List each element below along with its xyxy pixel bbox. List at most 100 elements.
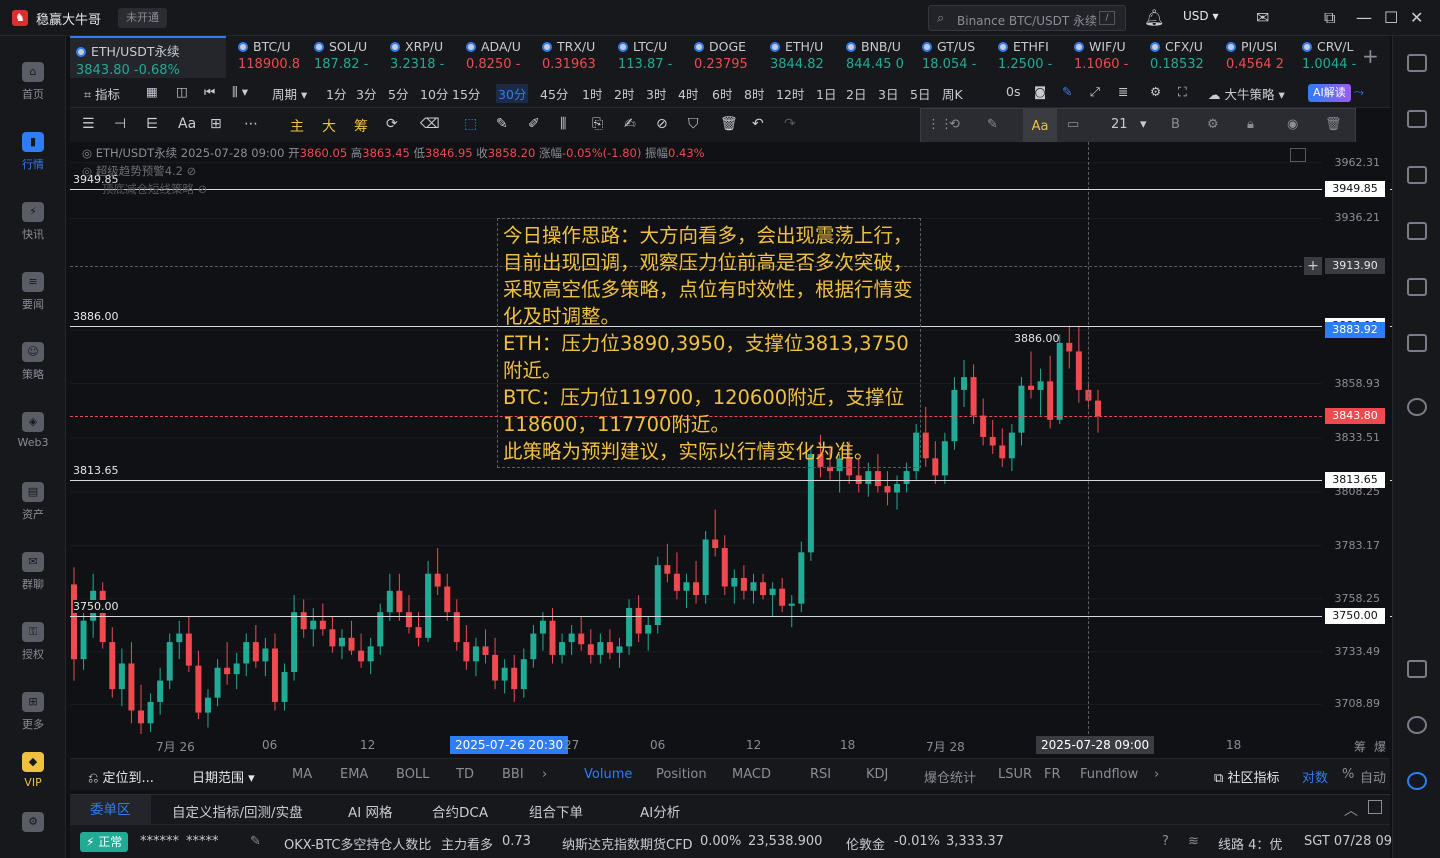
timeframe-option[interactable]: 周K — [942, 84, 963, 103]
strategy-annotation-text[interactable]: 今日操作思路：大方向看多，会出现震荡上行，目前出现回调，观察压力位前高是否多次突… — [497, 218, 921, 468]
bottom-tab[interactable]: 自定义指标/回测/实盘 — [172, 801, 303, 821]
nav-item-market[interactable]: ▮ 行情 — [0, 132, 66, 172]
main-chart-toggle[interactable]: 主 — [290, 116, 304, 136]
chevron-right-icon[interactable]: › — [1154, 767, 1159, 782]
horizontal-line[interactable] — [70, 480, 1392, 482]
axis-extra-label[interactable]: 爆 — [1374, 738, 1386, 755]
bottom-tab[interactable]: 合约DCA — [432, 801, 488, 821]
ticker-tab[interactable]: GT/US 18.054 - — [916, 36, 992, 78]
help-icon[interactable]: ? — [1162, 834, 1169, 849]
timeframe-option[interactable]: 4时 — [678, 84, 698, 103]
ruler-tool-icon[interactable]: ⊞ — [210, 116, 222, 132]
nav-item-home[interactable]: ⌂ 首页 — [0, 62, 66, 102]
camera-icon[interactable]: ◙ — [1034, 84, 1046, 99]
timeframe-option[interactable]: 15分 — [452, 84, 480, 103]
ticker-tab[interactable]: WIF/U 1.1060 - — [1068, 36, 1144, 78]
edit-icon[interactable]: ✎ — [250, 834, 261, 849]
ticker-tab[interactable]: DOGE 0.23795 — [688, 36, 764, 78]
indicator-legend-1[interactable]: ◎ 超级趋势预警4.2 ⊘ — [82, 163, 196, 179]
chart-corner-icon[interactable] — [1290, 148, 1306, 162]
settings-icon[interactable]: ⚙ — [1150, 84, 1161, 99]
nav-item-web3[interactable]: ◈ Web3 — [0, 412, 66, 449]
bell-icon[interactable]: 🔔︎ — [1144, 8, 1164, 27]
nav-item-assets[interactable]: ▤ 资产 — [0, 482, 66, 522]
ticker-tab[interactable]: ADA/U 0.8250 - — [460, 36, 536, 78]
price-axis[interactable]: 3962.313936.213883.923858.933833.513808.… — [1322, 142, 1390, 734]
hide-icon[interactable]: ⊘ — [198, 182, 208, 196]
sub-indicator-tab[interactable]: KDJ — [866, 767, 888, 782]
popout-window-icon[interactable]: ⧉ — [1324, 8, 1335, 28]
time-axis[interactable]: 7月 26 06 12 2025-07-26 20:30 27 06 12 18 7月 28 20… — [70, 734, 1390, 756]
watchlist-icon[interactable] — [1407, 54, 1427, 72]
timeframe-option[interactable]: 5分 — [388, 84, 408, 103]
nav-item-settings[interactable]: ⚙ — [0, 812, 66, 836]
popout-panel-icon[interactable] — [1368, 800, 1382, 814]
trash-tool-icon[interactable]: 🗑︎ — [720, 116, 738, 132]
bottom-tab[interactable]: 组合下单 — [529, 801, 583, 821]
ticker-tab[interactable]: LTC/U 113.87 - — [612, 36, 688, 78]
replay-icon[interactable]: ⏮ — [204, 84, 215, 100]
undo-icon[interactable]: ↶ — [752, 116, 764, 132]
mail-icon[interactable]: ✉ — [1256, 8, 1269, 27]
delete-icon[interactable]: 🗑︎ — [1325, 117, 1342, 132]
add-tab-plus-icon[interactable]: + — [1362, 44, 1379, 68]
visibility-eye-icon[interactable]: ◉ — [1287, 117, 1298, 132]
horizontal-line[interactable] — [70, 616, 1392, 618]
brush-tool-icon[interactable]: ✎ — [496, 116, 508, 132]
log-scale-toggle[interactable]: 对数 — [1302, 767, 1328, 786]
community-indicators-button[interactable]: ⧉ 社区指标 — [1214, 767, 1279, 786]
sub-indicator-tab[interactable]: RSI — [810, 767, 831, 782]
main-indicator-td[interactable]: TD — [456, 767, 474, 782]
account-status-badge[interactable]: 未开通 — [118, 8, 167, 28]
add-alert-plus-icon[interactable]: + — [1304, 257, 1322, 276]
ticker-tab[interactable]: XRP/U 3.2318 - — [384, 36, 460, 78]
maximize-icon[interactable]: ☐ — [1384, 8, 1398, 27]
ticker-tab[interactable]: ETHFI 1.2500 - — [992, 36, 1068, 78]
main-indicator-ma[interactable]: MA — [292, 767, 312, 782]
bottom-tab[interactable]: AI分析 — [640, 801, 680, 821]
sub-indicator-tab[interactable]: LSUR — [998, 767, 1032, 782]
ai-interpret-button[interactable]: AI解读 — [1308, 84, 1351, 102]
sub-indicator-tab[interactable]: Position — [656, 767, 707, 782]
collapse-up-icon[interactable]: ︿ — [1344, 800, 1358, 820]
ticker-tab[interactable]: ETH/USDT永续 3843.80 -0.68% — [70, 36, 226, 78]
chatbot-icon[interactable] — [1407, 772, 1427, 790]
depth-chart-icon[interactable] — [1407, 222, 1427, 240]
ticker-tab[interactable]: ETH/U 3844.82 — [764, 36, 840, 78]
nav-item-more[interactable]: ⊞ 更多 — [0, 692, 66, 732]
chevron-right-icon[interactable]: › — [542, 767, 547, 782]
timeframe-option[interactable]: 3时 — [646, 84, 666, 103]
main-indicator-ema[interactable]: EMA — [340, 767, 368, 782]
timeframe-option[interactable]: 1日 — [816, 84, 836, 103]
strategy-select[interactable]: ☁ 大牛策略 ▾ — [1208, 84, 1285, 103]
period-select[interactable]: 周期 ▾ — [272, 84, 307, 103]
candles-tool-icon[interactable]: ⫼ — [560, 116, 566, 132]
horizontal-line[interactable] — [70, 189, 1392, 191]
orderbook-icon[interactable] — [1407, 110, 1427, 128]
bold-button[interactable]: B — [1171, 117, 1180, 132]
sub-indicator-tab[interactable]: MACD — [732, 767, 771, 782]
text-color-button[interactable]: Aa — [1023, 109, 1057, 145]
bottom-tab[interactable]: AI 网格 — [348, 801, 393, 821]
timeframe-option[interactable]: 1分 — [326, 84, 346, 103]
ticker-tab[interactable]: SOL/U 187.82 - — [308, 36, 384, 78]
auto-scale-toggle[interactable]: 自动 — [1360, 767, 1386, 786]
calendar-icon[interactable]: ▦ — [146, 84, 158, 99]
expand-icon[interactable]: ⤢ — [1090, 84, 1100, 100]
nav-item-news[interactable]: ≡ 要闻 — [0, 272, 66, 312]
timeframe-option[interactable]: 12时 — [776, 84, 804, 103]
eye-icon[interactable]: ◎ — [82, 164, 92, 178]
percent-scale-toggle[interactable]: % — [1342, 767, 1354, 782]
font-size-select[interactable]: 21 ▾ — [1111, 117, 1146, 132]
lock-icon[interactable]: 🔒︎ — [1247, 117, 1254, 132]
pen-icon[interactable]: ✎ — [1062, 84, 1072, 99]
timeframe-option[interactable]: 10分 — [420, 84, 448, 103]
close-icon[interactable]: ✕ — [1410, 8, 1423, 27]
support-headset-icon[interactable] — [1407, 716, 1427, 734]
fullscreen-icon[interactable]: ⛶ — [1178, 84, 1187, 100]
ticker-tab[interactable]: PI/USI 0.4564 2 — [1220, 36, 1296, 78]
more-tools-icon[interactable]: ⋯ — [244, 116, 258, 132]
share-icon[interactable]: ⤳ — [1354, 84, 1364, 100]
nav-item-group-chat[interactable]: ✉ 群聊 — [0, 552, 66, 592]
text-tool[interactable]: Aa — [178, 116, 196, 132]
